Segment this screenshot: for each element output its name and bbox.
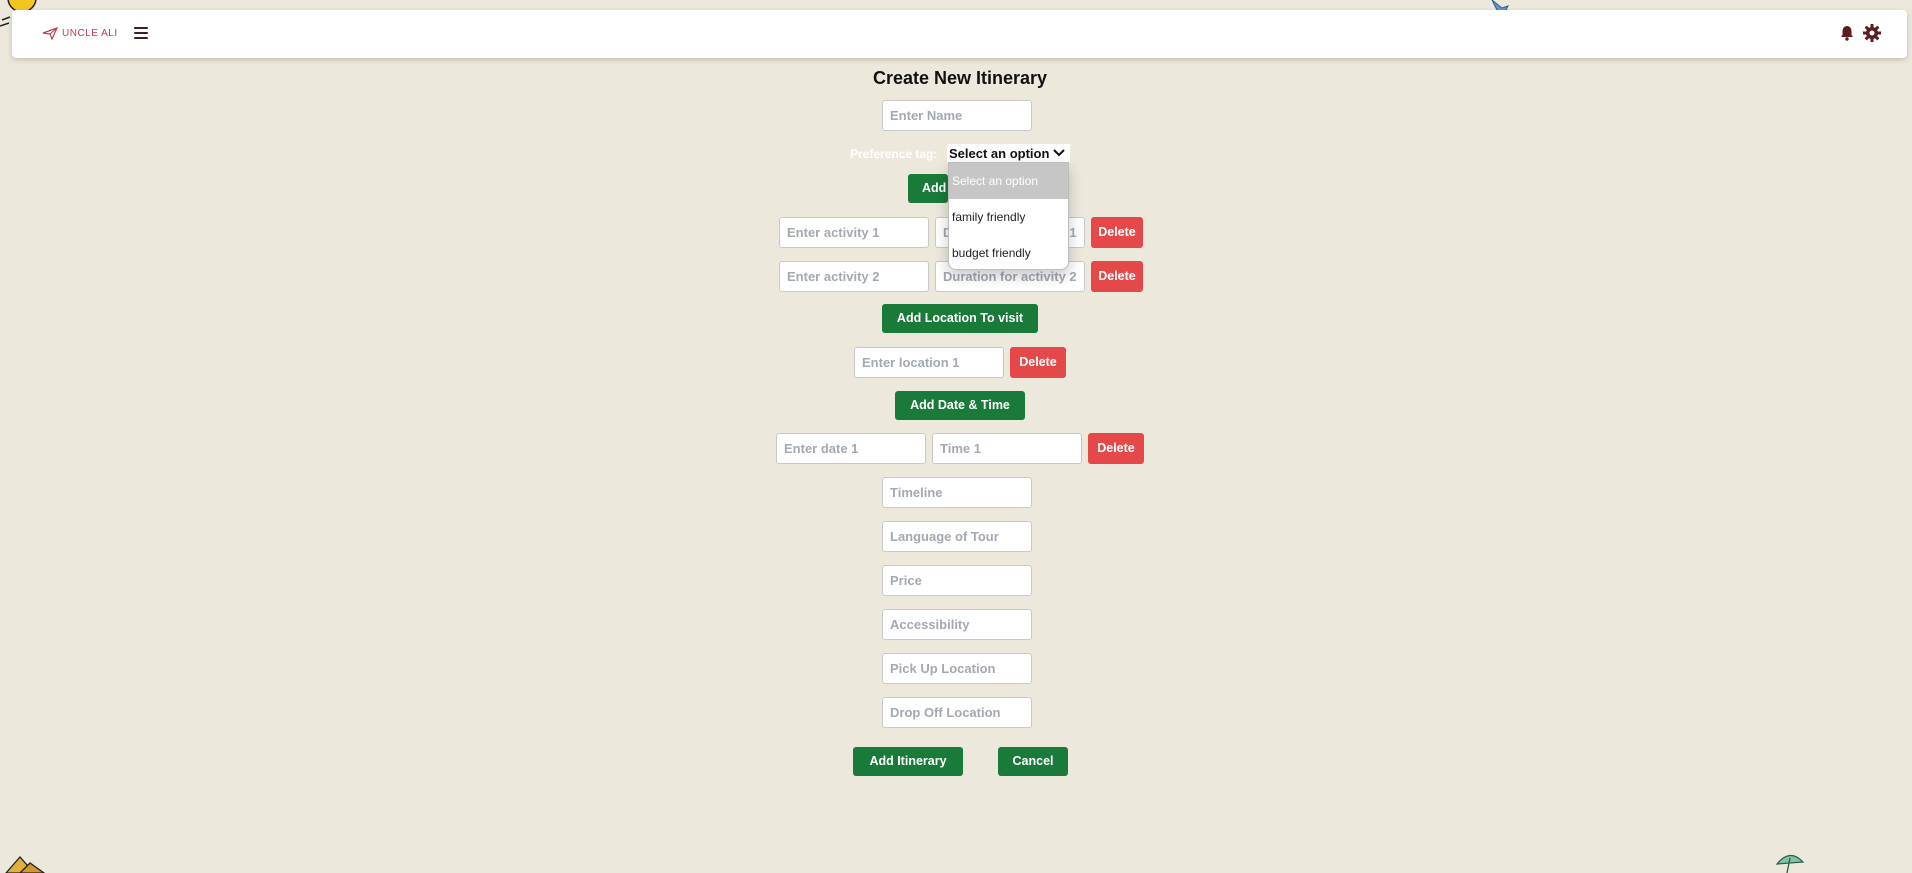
- umbrella-decoration-icon: [1775, 854, 1805, 873]
- logo[interactable]: UNCLE ALI: [42, 26, 118, 40]
- price-input[interactable]: [882, 565, 1032, 596]
- preference-tag-label: Preference tag:: [850, 147, 938, 161]
- add-activity-button[interactable]: Add: [908, 174, 948, 203]
- hamburger-menu-icon[interactable]: [134, 27, 148, 39]
- cancel-button[interactable]: Cancel: [998, 747, 1068, 776]
- delete-date-1-button[interactable]: Delete: [1088, 433, 1144, 464]
- pickup-location-input[interactable]: [882, 653, 1032, 684]
- gear-icon[interactable]: [1863, 24, 1881, 42]
- delete-activity-2-button[interactable]: Delete: [1091, 261, 1143, 292]
- top-navbar: UNCLE ALI: [12, 10, 1907, 58]
- preference-selected-value: Select an option: [949, 146, 1050, 161]
- language-input[interactable]: [882, 521, 1032, 552]
- date-1-input[interactable]: [776, 433, 926, 464]
- dropoff-location-input[interactable]: [882, 697, 1032, 728]
- logo-text: UNCLE ALI: [62, 27, 118, 39]
- activity-2-input[interactable]: [779, 261, 929, 292]
- delete-location-1-button[interactable]: Delete: [1010, 347, 1066, 378]
- activity-1-input[interactable]: [779, 217, 929, 248]
- accessibility-input[interactable]: [882, 609, 1032, 640]
- preference-tag-select[interactable]: Select an option: [947, 144, 1070, 163]
- dropdown-option[interactable]: family friendly: [949, 199, 1068, 235]
- delete-activity-1-button[interactable]: Delete: [1091, 217, 1143, 248]
- logo-plane-icon: [42, 27, 58, 40]
- name-input[interactable]: [882, 100, 1032, 131]
- preference-dropdown-list: Select an option family friendly budget …: [948, 162, 1069, 270]
- page-title: Create New Itinerary: [872, 68, 1048, 88]
- pyramid-decoration-icon: [5, 856, 46, 873]
- timeline-input[interactable]: [882, 477, 1032, 508]
- dropdown-option[interactable]: Select an option: [949, 163, 1068, 199]
- add-date-time-button[interactable]: Add Date & Time: [895, 391, 1025, 420]
- time-1-input[interactable]: [932, 433, 1082, 464]
- add-location-button[interactable]: Add Location To visit: [882, 304, 1038, 333]
- dropdown-option[interactable]: budget friendly: [949, 235, 1068, 269]
- chevron-down-icon: [1053, 149, 1065, 157]
- add-itinerary-button[interactable]: Add Itinerary: [853, 747, 963, 776]
- location-1-input[interactable]: [854, 347, 1004, 378]
- bell-icon[interactable]: [1840, 25, 1854, 41]
